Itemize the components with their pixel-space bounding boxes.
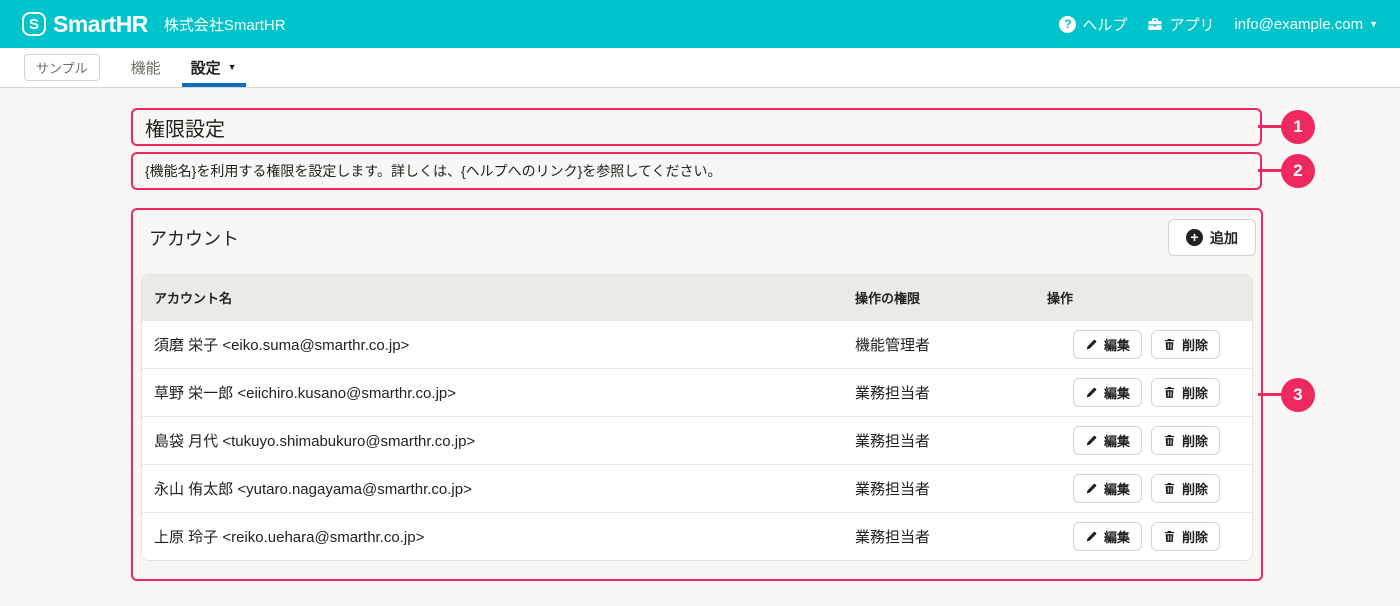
top-bar: S SmartHR 株式会社SmartHR ? ヘルプ アプリ info@exa… — [0, 0, 1400, 48]
page-title: 権限設定 — [145, 113, 225, 142]
main-content: 権限設定 {機能名}を利用する権限を設定します。詳しくは、{ヘルプへのリンク}を… — [0, 88, 1400, 606]
trash-icon — [1163, 434, 1176, 447]
actions-cell: 編集 削除 — [1037, 378, 1252, 407]
briefcase-icon — [1147, 16, 1163, 32]
actions-cell: 編集 削除 — [1037, 474, 1252, 503]
delete-button-label: 削除 — [1182, 479, 1208, 498]
delete-button-label: 削除 — [1182, 527, 1208, 546]
edit-button[interactable]: 編集 — [1073, 522, 1142, 551]
permission-cell: 業務担当者 — [843, 430, 1037, 451]
company-name: 株式会社SmartHR — [164, 14, 286, 35]
annotation-number-3: 3 — [1281, 378, 1315, 412]
help-link[interactable]: ? ヘルプ — [1059, 14, 1127, 35]
column-header-account: アカウント名 — [142, 288, 843, 307]
delete-button[interactable]: 削除 — [1151, 522, 1220, 551]
annotation-box-description: {機能名}を利用する権限を設定します。詳しくは、{ヘルプへのリンク}を参照してく… — [131, 152, 1262, 190]
annotation-box-account-section: アカウント + 追加 アカウント名 操作の権限 操作 須磨 栄子 <eiko.s… — [131, 208, 1263, 581]
tab-settings[interactable]: 設定 ▼ — [182, 48, 246, 87]
account-menu[interactable]: info@example.com ▼ — [1234, 16, 1378, 33]
plus-circle-icon: + — [1186, 229, 1203, 246]
edit-button-label: 編集 — [1104, 431, 1130, 450]
table-header-row: アカウント名 操作の権限 操作 — [142, 275, 1252, 320]
delete-button-label: 削除 — [1182, 431, 1208, 450]
account-name-cell: 永山 侑太郎 <yutaro.nagayama@smarthr.co.jp> — [142, 478, 843, 499]
pencil-icon — [1085, 386, 1098, 399]
delete-button[interactable]: 削除 — [1151, 378, 1220, 407]
table-row: 須磨 栄子 <eiko.suma@smarthr.co.jp> 機能管理者 編集… — [142, 320, 1252, 368]
edit-button[interactable]: 編集 — [1073, 330, 1142, 359]
delete-button[interactable]: 削除 — [1151, 474, 1220, 503]
trash-icon — [1163, 530, 1176, 543]
pencil-icon — [1085, 338, 1098, 351]
annotation-box-title: 権限設定 — [131, 108, 1262, 146]
actions-cell: 編集 削除 — [1037, 426, 1252, 455]
smarthr-logo-mark-icon: S — [22, 12, 46, 36]
account-name-cell: 須磨 栄子 <eiko.suma@smarthr.co.jp> — [142, 334, 843, 355]
add-account-button[interactable]: + 追加 — [1168, 219, 1256, 256]
smarthr-logo[interactable]: S SmartHR — [22, 11, 148, 38]
tab-bar: サンプル 機能 設定 ▼ — [0, 48, 1400, 88]
annotation-number-2: 2 — [1281, 154, 1315, 188]
edit-button-label: 編集 — [1104, 479, 1130, 498]
help-label: ヘルプ — [1082, 14, 1127, 35]
edit-button[interactable]: 編集 — [1073, 378, 1142, 407]
delete-button[interactable]: 削除 — [1151, 426, 1220, 455]
account-name-cell: 上原 玲子 <reiko.uehara@smarthr.co.jp> — [142, 526, 843, 547]
actions-cell: 編集 削除 — [1037, 522, 1252, 551]
annotation-number-1: 1 — [1281, 110, 1315, 144]
edit-button-label: 編集 — [1104, 383, 1130, 402]
account-name-cell: 島袋 月代 <tukuyo.shimabukuro@smarthr.co.jp> — [142, 430, 843, 451]
permission-cell: 業務担当者 — [843, 382, 1037, 403]
top-bar-left: S SmartHR 株式会社SmartHR — [22, 11, 286, 38]
table-row: 上原 玲子 <reiko.uehara@smarthr.co.jp> 業務担当者… — [142, 512, 1252, 560]
top-bar-right: ? ヘルプ アプリ info@example.com ▼ — [1059, 14, 1378, 35]
sample-badge: サンプル — [24, 54, 100, 81]
delete-button-label: 削除 — [1182, 335, 1208, 354]
permission-cell: 業務担当者 — [843, 526, 1037, 547]
column-header-actions: 操作 — [1037, 288, 1252, 307]
pencil-icon — [1085, 530, 1098, 543]
edit-button-label: 編集 — [1104, 335, 1130, 354]
permission-cell: 機能管理者 — [843, 334, 1037, 355]
add-button-label: 追加 — [1210, 228, 1238, 248]
apps-link[interactable]: アプリ — [1147, 14, 1214, 35]
delete-button-label: 削除 — [1182, 383, 1208, 402]
trash-icon — [1163, 482, 1176, 495]
table-row: 永山 侑太郎 <yutaro.nagayama@smarthr.co.jp> 業… — [142, 464, 1252, 512]
edit-button[interactable]: 編集 — [1073, 426, 1142, 455]
pencil-icon — [1085, 434, 1098, 447]
edit-button[interactable]: 編集 — [1073, 474, 1142, 503]
permission-cell: 業務担当者 — [843, 478, 1037, 499]
page-description: {機能名}を利用する権限を設定します。詳しくは、{ヘルプへのリンク}を参照してく… — [145, 161, 721, 181]
actions-cell: 編集 削除 — [1037, 330, 1252, 359]
account-section-header: アカウント + 追加 — [133, 210, 1261, 265]
apps-label: アプリ — [1169, 14, 1214, 35]
accounts-table: アカウント名 操作の権限 操作 須磨 栄子 <eiko.suma@smarthr… — [141, 274, 1253, 561]
account-section-title: アカウント — [149, 225, 239, 251]
chevron-down-icon: ▼ — [1369, 20, 1378, 29]
table-row: 島袋 月代 <tukuyo.shimabukuro@smarthr.co.jp>… — [142, 416, 1252, 464]
trash-icon — [1163, 386, 1176, 399]
column-header-permission: 操作の権限 — [843, 288, 1037, 307]
trash-icon — [1163, 338, 1176, 351]
account-name-cell: 草野 栄一郎 <eiichiro.kusano@smarthr.co.jp> — [142, 382, 843, 403]
table-row: 草野 栄一郎 <eiichiro.kusano@smarthr.co.jp> 業… — [142, 368, 1252, 416]
pencil-icon — [1085, 482, 1098, 495]
smarthr-logo-text: SmartHR — [53, 11, 148, 38]
tab-settings-label: 設定 — [191, 57, 221, 78]
delete-button[interactable]: 削除 — [1151, 330, 1220, 359]
chevron-down-icon: ▼ — [228, 63, 237, 72]
account-email: info@example.com — [1234, 16, 1363, 33]
tab-features[interactable]: 機能 — [122, 48, 170, 87]
help-circle-icon: ? — [1059, 16, 1076, 33]
tab-features-label: 機能 — [131, 57, 161, 78]
edit-button-label: 編集 — [1104, 527, 1130, 546]
